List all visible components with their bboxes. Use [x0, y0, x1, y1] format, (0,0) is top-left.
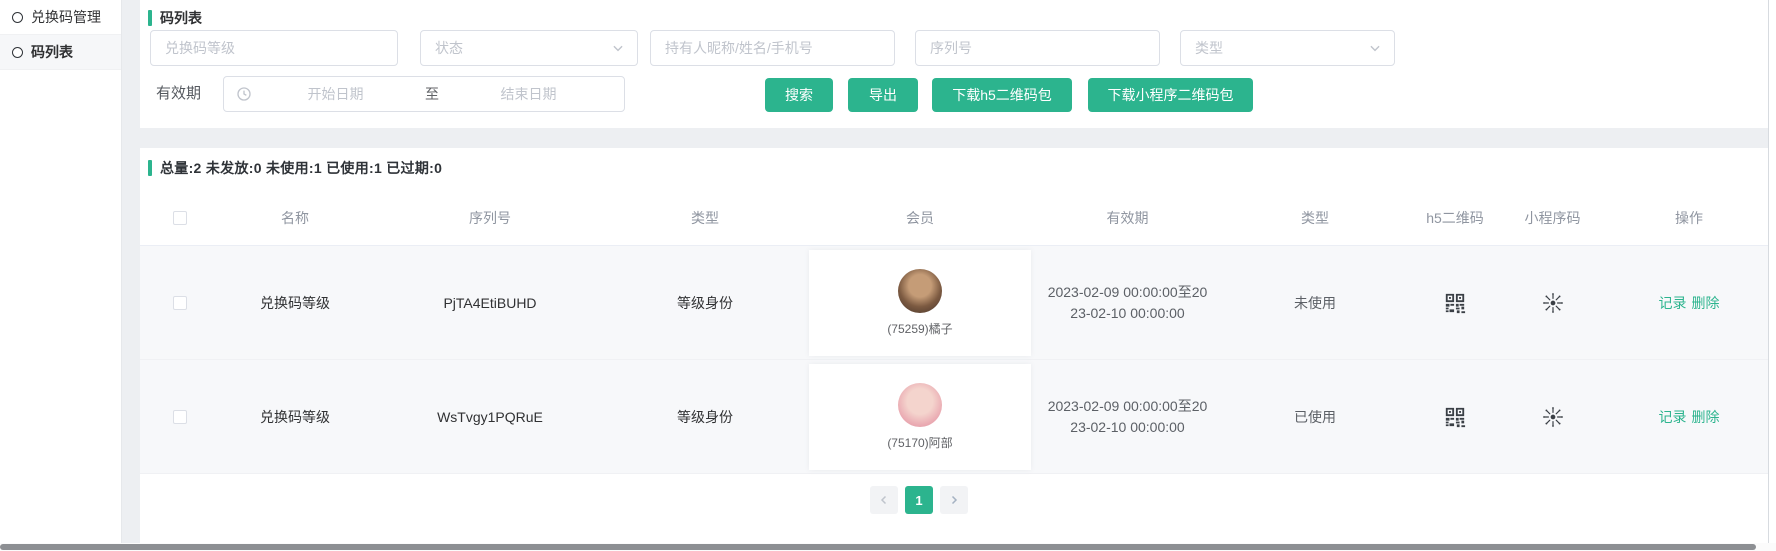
member-name: (75259)橘子	[887, 320, 952, 337]
holder-input[interactable]	[650, 30, 895, 66]
table-row: 兑换码等级 PjTA4EtiBUHD 等级身份 (75259)橘子 2023-0…	[140, 246, 1768, 360]
header-name: 名称	[220, 208, 370, 228]
horizontal-scrollbar-thumb[interactable]	[0, 544, 1756, 550]
pagination: 1	[870, 486, 968, 514]
circle-icon	[12, 47, 23, 58]
header-h5-qr: h5二维码	[1415, 208, 1495, 228]
code-level-input[interactable]	[150, 30, 398, 66]
horizontal-scrollbar[interactable]	[0, 543, 1776, 551]
type-select[interactable]: 类型	[1180, 30, 1395, 66]
record-link[interactable]: 记录	[1659, 407, 1687, 427]
codes-table: 名称 序列号 类型 会员 有效期 类型 h5二维码 小程序码 操作 兑换码等级 …	[140, 190, 1768, 474]
table-header-row: 名称 序列号 类型 会员 有效期 类型 h5二维码 小程序码 操作	[140, 190, 1768, 246]
summary-accent-bar	[148, 160, 152, 176]
table-card: 总量:2 未发放:0 未使用:1 已使用:1 已过期:0 名称 序列号 类型 会…	[140, 148, 1768, 543]
export-button[interactable]: 导出	[848, 78, 918, 112]
filter-card: 码列表 状态 类型 有效期 开始日期 至 结束日期 搜索 导出 下载h5二维码包…	[140, 0, 1768, 128]
end-date-placeholder[interactable]: 结束日期	[445, 84, 612, 104]
select-all-checkbox[interactable]	[173, 211, 187, 225]
cell-status: 已使用	[1294, 407, 1336, 427]
page-title: 码列表	[160, 8, 202, 28]
header-validity: 有效期	[1040, 208, 1215, 228]
member-avatar	[898, 383, 942, 427]
summary-text: 总量:2 未发放:0 未使用:1 已使用:1 已过期:0	[160, 158, 442, 178]
header-status: 类型	[1215, 208, 1415, 228]
header-member: 会员	[800, 208, 1040, 228]
card-title: 码列表	[148, 8, 202, 28]
miniprogram-code-icon[interactable]	[1542, 406, 1564, 428]
circle-icon	[12, 12, 23, 23]
cell-serial: WsTvgy1PQRuE	[370, 409, 610, 425]
table-row: 兑换码等级 WsTvgy1PQRuE 等级身份 (75170)阿部 2023-0…	[140, 360, 1768, 474]
header-serial: 序列号	[370, 208, 610, 228]
summary-row: 总量:2 未发放:0 未使用:1 已使用:1 已过期:0	[148, 158, 442, 178]
record-link[interactable]: 记录	[1659, 293, 1687, 313]
sidebar: 兑换码管理 码列表	[0, 0, 122, 551]
qr-code-icon[interactable]	[1444, 292, 1466, 314]
status-select-placeholder: 状态	[435, 38, 463, 58]
chevron-down-icon	[611, 41, 625, 55]
chevron-left-icon	[878, 494, 890, 506]
download-h5-qr-button[interactable]: 下载h5二维码包	[932, 78, 1072, 112]
sidebar-item-label: 码列表	[31, 42, 73, 62]
vertical-scrollbar-track[interactable]	[1768, 0, 1776, 543]
sidebar-item-code-list[interactable]: 码列表	[0, 35, 121, 70]
row-checkbox[interactable]	[173, 410, 187, 424]
cell-name: 兑换码等级	[220, 293, 370, 313]
cell-serial: PjTA4EtiBUHD	[370, 295, 610, 311]
page-number-button[interactable]: 1	[905, 486, 933, 514]
member-avatar	[898, 269, 942, 313]
header-miniprogram: 小程序码	[1495, 208, 1610, 228]
cell-name: 兑换码等级	[220, 407, 370, 427]
cell-validity: 2023-02-09 00:00:00至2023-02-10 00:00:00	[1040, 282, 1215, 324]
header-type: 类型	[610, 208, 800, 228]
delete-link[interactable]: 删除	[1692, 407, 1720, 427]
prev-page-button[interactable]	[870, 486, 898, 514]
delete-link[interactable]: 删除	[1692, 293, 1720, 313]
download-miniprogram-qr-button[interactable]: 下载小程序二维码包	[1088, 78, 1253, 112]
member-name: (75170)阿部	[887, 434, 952, 451]
qr-code-icon[interactable]	[1444, 406, 1466, 428]
row-checkbox[interactable]	[173, 296, 187, 310]
cell-type: 等级身份	[610, 293, 800, 313]
chevron-right-icon	[948, 494, 960, 506]
range-separator: 至	[419, 84, 445, 104]
start-date-placeholder[interactable]: 开始日期	[252, 84, 419, 104]
clock-icon	[236, 86, 252, 102]
member-card: (75170)阿部	[809, 364, 1031, 470]
sidebar-item-label: 兑换码管理	[31, 7, 101, 27]
chevron-down-icon	[1368, 41, 1382, 55]
header-actions: 操作	[1610, 208, 1768, 228]
search-button[interactable]: 搜索	[765, 78, 833, 112]
cell-type: 等级身份	[610, 407, 800, 427]
member-card: (75259)橘子	[809, 250, 1031, 356]
status-select[interactable]: 状态	[420, 30, 638, 66]
type-select-placeholder: 类型	[1195, 38, 1223, 58]
cell-validity: 2023-02-09 00:00:00至2023-02-10 00:00:00	[1040, 396, 1215, 438]
date-range-picker[interactable]: 开始日期 至 结束日期	[223, 76, 625, 112]
next-page-button[interactable]	[940, 486, 968, 514]
cell-status: 未使用	[1294, 293, 1336, 313]
validity-label: 有效期	[156, 76, 201, 112]
title-accent-bar	[148, 10, 152, 26]
serial-input[interactable]	[915, 30, 1160, 66]
code-list-page: 兑换码管理 码列表 码列表 状态 类型 有效期 开始日期 至 结束日期	[0, 0, 1776, 551]
miniprogram-code-icon[interactable]	[1542, 292, 1564, 314]
sidebar-item-code-management[interactable]: 兑换码管理	[0, 0, 121, 35]
